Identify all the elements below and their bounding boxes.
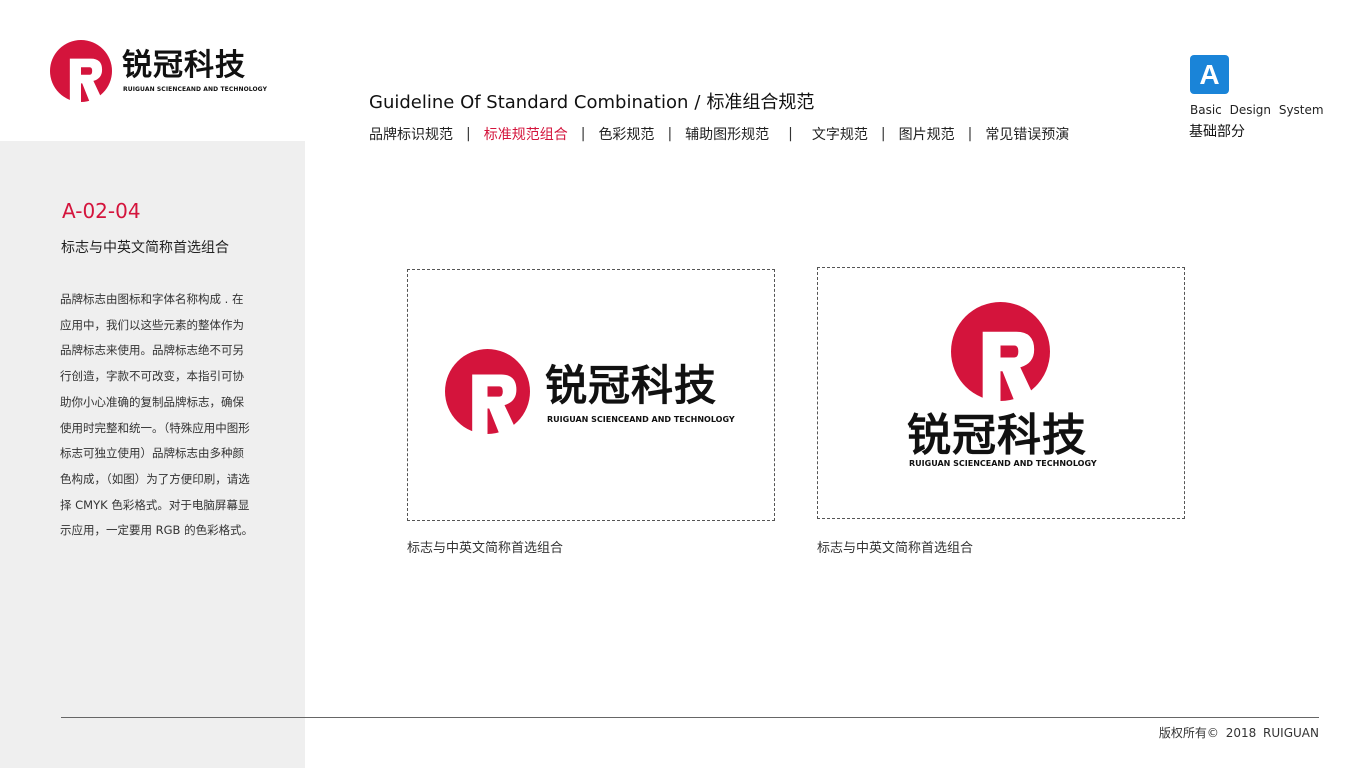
- page-description: 品牌标志由图标和字体名称构成 . 在 应用中，我们以这些元素的整体作为 品牌标志…: [60, 287, 266, 544]
- nav-item-image-spec[interactable]: 图片规范: [899, 124, 955, 144]
- description-line: 应用中，我们以这些元素的整体作为: [60, 317, 244, 332]
- nav-separator: |: [667, 126, 673, 142]
- description-line: 助你小心准确的复制品牌标志，确保: [60, 394, 244, 409]
- nav-separator: |: [580, 126, 586, 142]
- header-title-separator: /: [694, 92, 701, 113]
- description-line: 示应用，一定要用 RGB 的色彩格式。: [60, 523, 254, 538]
- nav-separator: |: [466, 126, 471, 142]
- nav-separator: |: [788, 126, 793, 142]
- brand-mark-icon: [951, 302, 1050, 401]
- description-line: 品牌标志由图标和字体名称构成 . 在: [60, 292, 244, 306]
- description-line: 标志可独立使用）品牌标志由多种颜: [60, 446, 244, 461]
- description-line: 使用时完整和统一。（特殊应用中图形: [60, 420, 250, 435]
- nav-item-standard-combination[interactable]: 标准规范组合: [484, 124, 568, 144]
- wordmark-en: RUIGUAN SCIENCEAND AND TECHNOLOGY: [909, 459, 1097, 468]
- nav-item-common-errors[interactable]: 常见错误预演: [985, 124, 1069, 144]
- brand-logo[interactable]: 锐冠科技 RUIGUAN SCIENCEAND AND TECHNOLOGY: [50, 40, 267, 102]
- header-title-cn: 标准组合规范: [706, 92, 815, 113]
- nav-item-auxiliary-graphics[interactable]: 辅助图形规范: [685, 124, 769, 144]
- header-title-en: Guideline Of Standard Combination: [369, 92, 689, 113]
- logo-panel-vertical: 锐冠科技 RUIGUAN SCIENCEAND AND TECHNOLOGY: [817, 267, 1185, 519]
- page-subtitle: 标志与中英文简称首选组合: [61, 240, 229, 256]
- panel-caption: 标志与中英文简称首选组合: [407, 541, 564, 556]
- wordmark-cn: 锐冠科技: [545, 361, 718, 410]
- brand-mark-icon: [445, 349, 530, 434]
- section-title-en: Basic Design System: [1190, 103, 1324, 117]
- logo-panel-horizontal: 锐冠科技 RUIGUAN SCIENCEAND AND TECHNOLOGY: [407, 269, 775, 521]
- nav-item-typography-spec[interactable]: 文字规范: [812, 124, 868, 144]
- nav-item-brand-logo-spec[interactable]: 品牌标识规范: [369, 124, 453, 144]
- description-line: 色构成，（如图）为了方便印刷，请选: [60, 471, 250, 486]
- description-line: 品牌标志来使用。品牌标志绝不可另: [60, 343, 244, 358]
- nav-separator: |: [880, 126, 886, 142]
- brand-name-cn: 锐冠科技: [122, 48, 246, 83]
- brand-name-en: RUIGUAN SCIENCEAND AND TECHNOLOGY: [123, 86, 268, 93]
- wordmark-en: RUIGUAN SCIENCEAND AND TECHNOLOGY: [547, 415, 735, 424]
- section-letter-badge: A: [1190, 55, 1229, 94]
- page-code: A-02-04: [62, 199, 141, 223]
- footer-copyright: 版权所有© 2018 RUIGUAN: [1158, 726, 1319, 740]
- footer-divider: [61, 717, 1319, 718]
- page-header-title: Guideline Of Standard Combination / 标准组合规范: [369, 91, 814, 115]
- section-nav: 品牌标识规范 | 标准规范组合 | 色彩规范 | 辅助图形规范 | 文字规范 |…: [369, 124, 1069, 144]
- nav-separator: |: [967, 126, 973, 142]
- nav-item-color-spec[interactable]: 色彩规范: [598, 124, 654, 144]
- wordmark-cn: 锐冠科技: [907, 410, 1087, 461]
- section-title-cn: 基础部分: [1189, 124, 1245, 140]
- panel-caption: 标志与中英文简称首选组合: [817, 541, 974, 556]
- brand-mark-icon: [50, 40, 112, 102]
- description-line: 择 CMYK 色彩格式。对于电脑屏幕显: [60, 497, 250, 512]
- description-line: 行创造，字款不可改变，本指引可协: [60, 369, 244, 384]
